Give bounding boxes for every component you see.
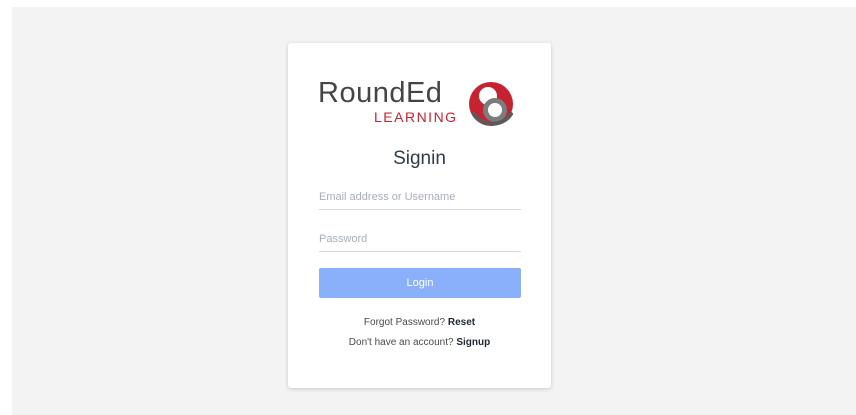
signup-text: Don't have an account? — [348, 337, 454, 348]
forgot-password-text: Forgot Password? — [363, 317, 446, 328]
signin-card: RoundEd LEARNING Signin Login Forgot Pas… — [288, 43, 551, 388]
signup-link[interactable]: Signup — [456, 337, 490, 348]
page-background: RoundEd LEARNING Signin Login Forgot Pas… — [12, 7, 856, 415]
reset-link[interactable]: Reset — [448, 317, 475, 328]
forgot-password-line: Forgot Password? Reset — [288, 316, 551, 329]
roundedlearning-logo: RoundEd LEARNING — [318, 77, 528, 129]
login-button[interactable]: Login — [319, 268, 521, 298]
email-input[interactable] — [319, 185, 521, 210]
password-input[interactable] — [319, 227, 521, 252]
logo-subtitle: LEARNING — [374, 109, 458, 125]
logo-mark-icon — [469, 82, 513, 126]
logo-wordmark: RoundEd — [318, 77, 443, 109]
signup-line: Don't have an account? Signup — [288, 336, 551, 349]
page-title: Signin — [393, 148, 446, 169]
